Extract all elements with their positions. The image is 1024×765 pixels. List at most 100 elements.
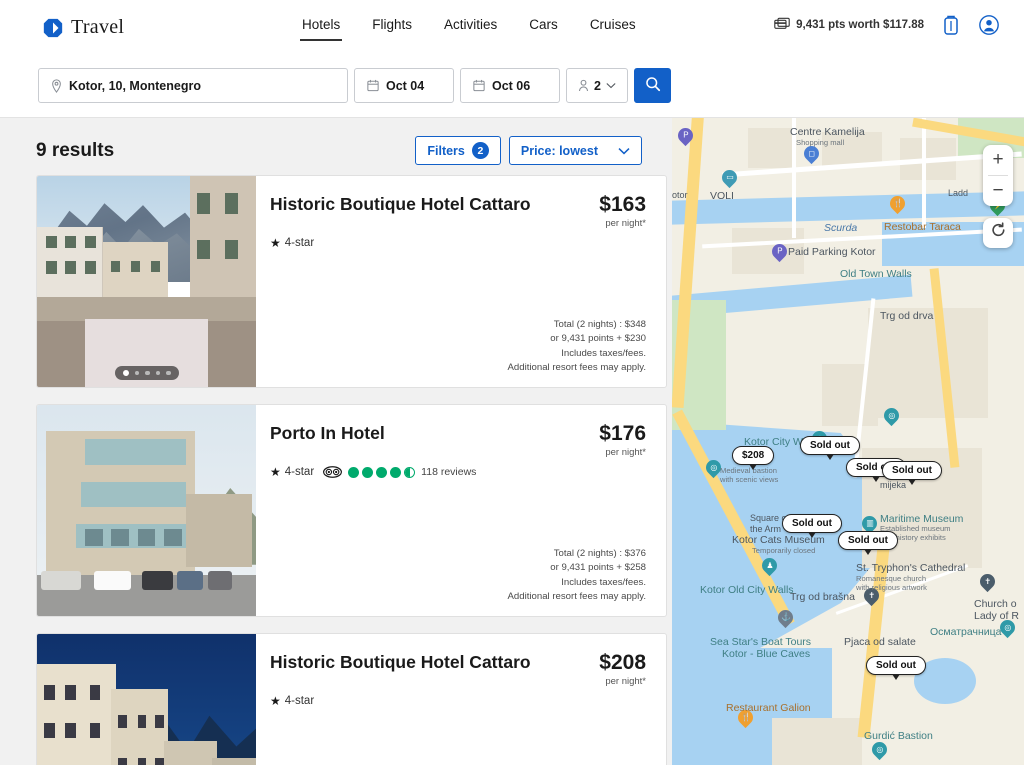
hotel-photo[interactable] <box>37 405 256 616</box>
map-label: Lady of R <box>974 610 1019 622</box>
nav-tab-cruises[interactable]: Cruises <box>588 14 638 39</box>
account-avatar-icon[interactable] <box>978 14 1000 36</box>
map-zoom-controls[interactable]: + − <box>983 145 1013 206</box>
search-button[interactable] <box>634 68 671 103</box>
map-label: Scurda <box>824 222 858 234</box>
map-label: Romanesque church <box>856 574 927 583</box>
results-toolbar: 9 results Filters 2 Price: lowest <box>0 118 672 175</box>
map-block <box>772 718 862 765</box>
luggage-icon[interactable] <box>940 14 962 36</box>
map-pin-bastion[interactable]: ◎ <box>702 456 725 480</box>
map-soldout-marker[interactable]: Sold out <box>866 656 926 680</box>
map-label: Paid Parking Kotor <box>788 246 876 258</box>
map-label: Ladd <box>948 188 969 198</box>
photo-scene-hotel-exterior <box>37 405 256 616</box>
search-bar: Kotor, 10, Montenegro Oct 04 Oct 06 2 <box>0 56 1024 118</box>
minus-icon: − <box>992 180 1004 201</box>
nav-tab-hotels[interactable]: Hotels <box>300 14 343 41</box>
map-soldout-marker[interactable]: Sold out <box>800 436 860 460</box>
map-pin-paid-parking[interactable]: P <box>768 240 791 264</box>
map-soldout-marker[interactable]: Sold out <box>838 531 898 555</box>
map-pin-old-town-walls[interactable]: ◎ <box>880 404 903 428</box>
map-pin-voli[interactable]: ▭ <box>718 166 741 190</box>
total-price: Total (2 nights) : $348 <box>553 319 646 331</box>
map-pin-parking-left[interactable]: P <box>674 124 697 148</box>
map-soldout-marker[interactable]: Sold out <box>882 461 942 485</box>
map-block <box>822 364 878 426</box>
guests-selector[interactable]: 2 <box>566 68 628 103</box>
photo-scene-town-square <box>37 176 256 387</box>
nav-tab-flights[interactable]: Flights <box>370 14 414 39</box>
photo-carousel-dots[interactable] <box>114 366 179 380</box>
map-panel[interactable]: ◻ ▭ P 🍴 P ◎ ◎ ◎ ▥ ⚡ ♟ ✝ <box>672 118 1024 765</box>
nav-tab-cars[interactable]: Cars <box>527 14 560 39</box>
star-rating-label: 4-star <box>284 237 315 249</box>
map-label: Old Town Walls <box>840 268 912 280</box>
filters-button[interactable]: Filters 2 <box>415 136 501 165</box>
map-price-marker[interactable]: $208 <box>732 446 775 470</box>
map-pin-restaurant-taraca[interactable]: 🍴 <box>886 192 909 216</box>
map-reset-control[interactable] <box>983 218 1013 248</box>
filters-label: Filters <box>427 143 465 158</box>
nav-tab-activities[interactable]: Activities <box>442 14 499 39</box>
carousel-dot[interactable] <box>155 370 160 376</box>
checkout-date-field[interactable]: Oct 06 <box>460 68 560 103</box>
zoom-out-button[interactable]: − <box>983 176 1013 206</box>
star-rating-label: 4-star <box>284 695 315 707</box>
map-label: mijeka <box>880 480 907 490</box>
rating-dot <box>362 466 374 478</box>
carousel-dot[interactable] <box>145 370 150 376</box>
brand-logo[interactable]: Travel <box>42 16 124 39</box>
hotel-card[interactable]: Porto In Hotel $176 per night* ★ 4-star <box>36 404 667 617</box>
map-label: Restaurant Galion <box>726 702 811 714</box>
map-pin-viewpoint[interactable]: ◎ <box>996 616 1019 640</box>
hotel-name: Historic Boutique Hotel Cattaro <box>270 194 531 214</box>
map-label: with religious artwork <box>856 583 927 592</box>
photo-scene-night-town <box>37 634 256 765</box>
map-label: Kotor - Blue Caves <box>722 648 811 660</box>
guests-value: 2 <box>594 78 601 93</box>
star-icon: ★ <box>270 694 281 708</box>
card-stack-icon <box>774 17 790 33</box>
taxes-note: Includes taxes/fees. <box>561 576 646 588</box>
hotel-price-details: Total (2 nights) : $348 or 9,431 points … <box>270 318 646 375</box>
map-soldout-marker[interactable]: Sold out <box>782 514 842 538</box>
points-balance[interactable]: 9,431 pts worth $117.88 <box>774 17 924 33</box>
price-unit-label: per night* <box>605 218 646 229</box>
hotel-photo[interactable] <box>37 176 256 387</box>
zoom-in-button[interactable]: + <box>983 145 1013 175</box>
map-block <box>748 128 796 168</box>
map-label: Centre Kamelija <box>790 126 865 138</box>
reset-orientation-button[interactable] <box>983 218 1013 248</box>
destination-value: Kotor, 10, Montenegro <box>69 78 201 93</box>
tripadvisor-owl-icon <box>323 466 343 478</box>
map-pin-shopping[interactable]: ◻ <box>800 142 823 166</box>
hotel-photo[interactable] <box>37 634 256 765</box>
map-pin-boat-tours[interactable]: ⚓ <box>774 606 797 630</box>
carousel-dot[interactable] <box>166 370 171 376</box>
hotel-list: Historic Boutique Hotel Cattaro $163 per… <box>0 175 672 765</box>
filters-count-badge: 2 <box>471 142 489 159</box>
rating-dot <box>390 466 402 478</box>
search-icon <box>645 76 661 95</box>
destination-input[interactable]: Kotor, 10, Montenegro <box>38 68 348 103</box>
map-pin-church-lady[interactable]: ✝ <box>976 570 999 594</box>
map-label: Restobar Taraca <box>884 221 961 233</box>
results-count: 9 results <box>36 139 115 161</box>
carousel-dot[interactable] <box>122 370 129 376</box>
map-pin-gurdic-bastion[interactable]: ◎ <box>868 738 891 762</box>
calendar-icon <box>367 79 379 92</box>
carousel-dot[interactable] <box>134 370 139 376</box>
hotel-card[interactable]: Historic Boutique Hotel Cattaro $208 per… <box>36 633 667 765</box>
reviews-count[interactable]: 118 reviews <box>421 466 476 478</box>
hotel-price: $176 <box>599 422 646 445</box>
hotel-card[interactable]: Historic Boutique Hotel Cattaro $163 per… <box>36 175 667 388</box>
hotel-name: Porto In Hotel <box>270 423 385 443</box>
map-label: Trg od drva <box>880 310 934 322</box>
map-pin-old-city-walls[interactable]: ♟ <box>758 554 781 578</box>
rating-dot-half <box>404 466 416 478</box>
sort-dropdown[interactable]: Price: lowest <box>508 136 642 165</box>
checkin-date-field[interactable]: Oct 04 <box>354 68 454 103</box>
map-label: VOLI <box>710 190 734 202</box>
map-label: Осматрачница <box>930 626 1002 638</box>
